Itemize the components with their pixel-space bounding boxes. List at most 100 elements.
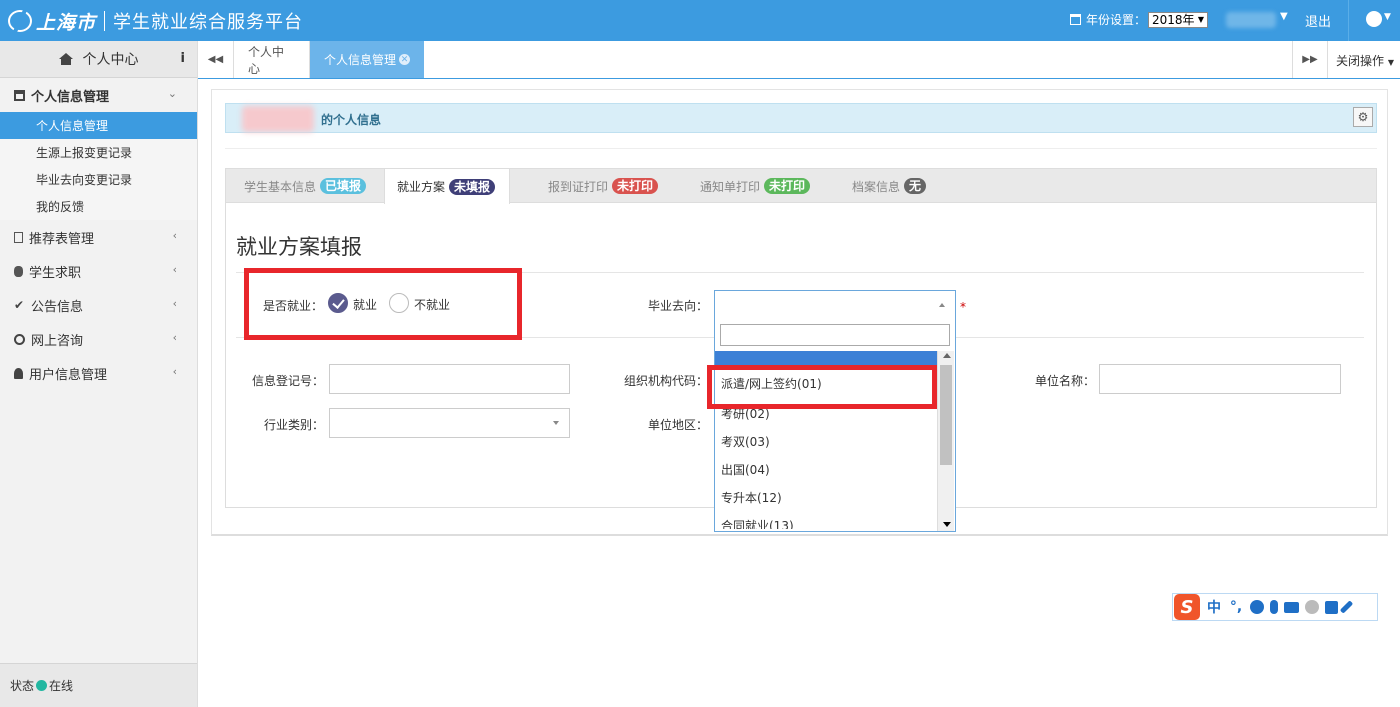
header-divider <box>1348 0 1349 41</box>
sidebar-group-label: 学生求职 <box>29 265 82 281</box>
sidebar-group-personal-info[interactable]: 个人信息管理 ⌄ <box>0 78 197 112</box>
year-value: 2018年 <box>1152 13 1195 27</box>
microphone-icon[interactable] <box>1270 600 1278 614</box>
emoji-icon[interactable] <box>1250 600 1264 614</box>
ime-punctuation-toggle[interactable]: °, <box>1228 599 1244 615</box>
reg-no-input[interactable] <box>329 364 570 394</box>
double-chevron-right-icon: ▶▶ <box>1302 54 1318 65</box>
globe-icon[interactable] <box>1366 11 1382 27</box>
close-operations-menu[interactable]: 关闭操作 ▼ <box>1336 52 1394 69</box>
user-name-blurred[interactable] <box>1226 12 1276 28</box>
user-menu-caret-icon[interactable]: ▼ <box>1280 11 1288 22</box>
sidebar-item-my-feedback[interactable]: 我的反馈 <box>0 193 197 220</box>
ime-language-toggle[interactable]: 中 <box>1206 597 1222 617</box>
status-value: 在线 <box>49 679 74 693</box>
sogou-logo-icon[interactable]: S <box>1174 594 1200 620</box>
scroll-up-icon[interactable] <box>943 353 951 358</box>
chevron-left-icon: ‹ <box>172 263 177 276</box>
skin-icon[interactable] <box>1325 600 1338 614</box>
dropdown-search-input[interactable] <box>720 324 950 346</box>
status-badge: 未打印 <box>764 178 811 194</box>
sidebar-group-label: 用户信息管理 <box>29 367 108 383</box>
year-setting: 年份设置： 2018年 ▼ <box>1070 11 1209 28</box>
status-badge: 未填报 <box>449 178 496 195</box>
annotation-box-option <box>707 365 937 409</box>
student-name-blurred <box>242 106 314 132</box>
bug-icon <box>14 265 23 277</box>
dropdown-option[interactable]: 专升本(12) <box>715 483 937 511</box>
logout-link[interactable]: 退出 <box>1305 11 1331 30</box>
sidebar: 个人中心 i 个人信息管理 ⌄ 个人信息管理 生源上报变更记录 毕业去向变更记录… <box>0 41 198 707</box>
tab-label: 个人信息管理 <box>324 53 397 67</box>
destination-label: 毕业去向： <box>648 299 709 313</box>
calendar-icon <box>1070 14 1081 25</box>
sidebar-group-announcements[interactable]: ✔ 公告信息 ‹ <box>0 288 197 322</box>
year-label: 年份设置： <box>1086 13 1147 27</box>
dropdown-scrollbar[interactable] <box>937 351 954 531</box>
tab-label: 档案信息 <box>852 179 901 194</box>
dropdown-option[interactable]: 出国(04) <box>715 455 937 483</box>
unit-area-label: 单位地区： <box>648 418 709 432</box>
tab-scroll-left-button[interactable]: ◀◀ <box>198 41 234 78</box>
online-status: 状态 在线 <box>0 663 197 707</box>
tab-archive-info[interactable]: 档案信息 无 <box>852 169 927 203</box>
page-tab-bar: ◀◀ 个人中心 个人信息管理 ✕ ▶▶ 关闭操作 ▼ <box>198 41 1400 79</box>
ime-toolbar: S 中 °, <box>1172 593 1378 621</box>
tab-scroll-right-button[interactable]: ▶▶ <box>1292 41 1328 78</box>
required-mark: * <box>960 300 966 314</box>
clock-icon <box>14 333 25 345</box>
top-header: 上海市 学生就业综合服务平台 年份设置： 2018年 ▼ ▼ 退出 ▼ <box>0 0 1400 41</box>
platform-logo[interactable]: 上海市 学生就业综合服务平台 <box>8 8 303 34</box>
sidebar-submenu: 个人信息管理 生源上报变更记录 毕业去向变更记录 我的反馈 <box>0 112 197 220</box>
info-icon[interactable]: i <box>181 51 185 66</box>
sidebar-item-personal-info[interactable]: 个人信息管理 <box>0 112 197 139</box>
check-icon: ✔ <box>14 297 25 312</box>
scrollbar-thumb[interactable] <box>940 365 952 465</box>
tab-label: 学生基本信息 <box>244 179 317 194</box>
sidebar-group-recommendation[interactable]: 推荐表管理 ‹ <box>0 220 197 254</box>
chevron-left-icon: ‹ <box>172 365 177 378</box>
year-select[interactable]: 2018年 ▼ <box>1148 11 1209 28</box>
sidebar-group-label: 公告信息 <box>31 299 84 315</box>
settings-button[interactable]: ⚙ <box>1353 107 1373 127</box>
sidebar-group-label: 个人信息管理 <box>31 89 110 105</box>
double-chevron-left-icon: ◀◀ <box>207 54 224 65</box>
tab-label: 就业方案 <box>397 180 446 194</box>
sidebar-group-online-consult[interactable]: 网上咨询 ‹ <box>0 322 197 356</box>
destination-select-dropdown[interactable]: 派遣/网上签约(01) 考研(02) 考双(03) 出国(04) 专升本(12)… <box>714 290 956 532</box>
close-icon[interactable]: ✕ <box>399 54 410 65</box>
industry-select[interactable] <box>329 408 570 438</box>
reg-no-label: 信息登记号： <box>252 374 325 388</box>
tab-report-certificate-print[interactable]: 报到证打印 未打印 <box>548 169 659 203</box>
chevron-down-icon <box>553 421 559 425</box>
tab-label: 通知单打印 <box>700 179 761 194</box>
sidebar-group-user-info[interactable]: 用户信息管理 ‹ <box>0 356 197 390</box>
keyboard-icon[interactable] <box>1284 601 1299 613</box>
platform-title: 学生就业综合服务平台 <box>113 12 304 33</box>
wrench-icon[interactable] <box>1339 600 1354 614</box>
online-status-icon <box>36 680 48 691</box>
dropdown-option[interactable]: 合同就业(13) <box>715 511 937 530</box>
tab-notice-print[interactable]: 通知单打印 未打印 <box>700 169 811 203</box>
info-tabs-header: 学生基本信息 已填报 就业方案 未填报 报到证打印 未打印 通知单打印 未打印 … <box>226 169 1376 204</box>
sidebar-item-destination-change-log[interactable]: 毕业去向变更记录 <box>0 166 197 193</box>
sidebar-title: 个人中心 <box>82 52 139 68</box>
chevron-down-icon: ▼ <box>1197 15 1205 24</box>
tab-personal-info-management[interactable]: 个人信息管理 ✕ <box>310 41 424 78</box>
gear-icon: ⚙ <box>1357 110 1369 124</box>
tab-employment-plan[interactable]: 就业方案 未填报 <box>384 169 511 204</box>
user-icon[interactable] <box>1305 600 1319 614</box>
personal-info-bar: 的个人信息 ⚙ <box>225 103 1377 133</box>
tab-personal-center[interactable]: 个人中心 <box>234 41 310 78</box>
scroll-down-icon[interactable] <box>943 522 951 527</box>
industry-label: 行业类别： <box>264 418 325 432</box>
sidebar-group-job-seeking[interactable]: 学生求职 ‹ <box>0 254 197 288</box>
tab-basic-info[interactable]: 学生基本信息 已填报 <box>244 169 367 203</box>
chevron-left-icon: ‹ <box>172 229 177 242</box>
home-icon <box>58 53 73 65</box>
unit-name-input[interactable] <box>1099 364 1341 394</box>
dropdown-option[interactable]: 考双(03) <box>715 427 937 455</box>
sidebar-item-source-change-log[interactable]: 生源上报变更记录 <box>0 139 197 166</box>
chevron-down-icon[interactable]: ▼ <box>1384 12 1391 22</box>
sidebar-group-label: 推荐表管理 <box>29 231 95 247</box>
